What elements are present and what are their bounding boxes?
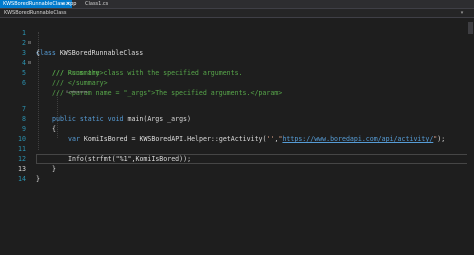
code-line: 1 ⊟ class KWSBoredRunnableClass <box>0 18 474 57</box>
close-icon[interactable]: ✕ <box>66 0 70 8</box>
code-line: 9 var KomiIsBored = KWSBoredAPI.Helper::… <box>0 114 474 143</box>
code-line: 11 Info(strfmt("%1",KomiIsBored)); <box>0 134 474 163</box>
pin-icon[interactable]: ⌖ <box>62 0 64 8</box>
code-line: 2 { <box>0 28 474 57</box>
type-dropdown-label: KWSBoredRunnableClass <box>4 10 67 16</box>
code-line: 13 } <box>0 154 474 183</box>
tab-kwsboredrunnableclass[interactable]: KWSBoredRunnableClass.xpp ⌖ ✕ <box>0 0 76 8</box>
split-icon[interactable]: ▾ <box>458 9 466 17</box>
vertical-scrollbar[interactable] <box>467 18 474 255</box>
code-line: 12 } <box>0 144 474 173</box>
code-line: 3 ⊟ /// <summary> <box>0 38 474 77</box>
code-line: 4 /// Runs the class with the specified … <box>0 48 474 77</box>
navigation-bar: KWSBoredRunnableClass ▾ <box>0 9 474 18</box>
code-line: 6 /// <param name = "_args">The specifie… <box>0 68 474 97</box>
line-number: 6 <box>22 79 26 87</box>
document-tab-strip: KWSBoredRunnableClass.xpp ⌖ ✕ Class1.cs <box>0 0 474 9</box>
code-editor[interactable]: 1 ⊟ class KWSBoredRunnableClass 2 { 3 ⊟ … <box>0 18 474 255</box>
code-text: } <box>36 175 40 183</box>
line-number: 14 <box>18 175 26 183</box>
code-line: 14 <box>0 164 474 183</box>
code-line: 5 /// </summary> <box>0 58 474 87</box>
scrollbar-thumb[interactable] <box>468 22 473 34</box>
code-line: 8 { <box>0 104 474 133</box>
type-dropdown[interactable]: KWSBoredRunnableClass <box>4 10 144 16</box>
code-line: 10 <box>0 124 474 143</box>
tab-class1[interactable]: Class1.cs <box>82 0 110 8</box>
tab-label: Class1.cs <box>85 1 109 7</box>
code-line: 7 public static void main(Args _args) <box>0 94 474 123</box>
doc-comment: /// </summary> <box>52 79 108 87</box>
